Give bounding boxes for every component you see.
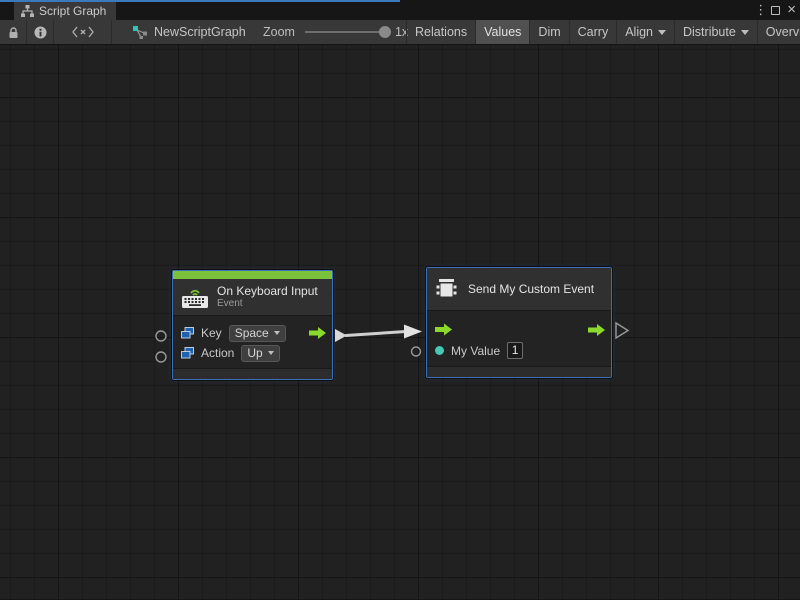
node-send-my-custom-event[interactable]: Send My Custom Event My Value 1 [426, 267, 612, 378]
event-accent-bar [173, 271, 332, 279]
node-body: My Value 1 [427, 310, 611, 366]
lock-button[interactable] [0, 20, 27, 44]
port-label: Key [201, 326, 222, 340]
node-footer [427, 366, 611, 377]
port-row-action: Action Up [173, 343, 332, 363]
wire-arrowhead [404, 325, 422, 339]
inspect-button[interactable] [27, 20, 54, 44]
port-row-my-value: My Value 1 [427, 340, 611, 361]
toolbar-buttons: Relations Values Dim Carry Align Distrib… [406, 20, 800, 44]
chevron-down-icon [274, 331, 280, 335]
maximize-icon[interactable] [771, 6, 780, 15]
port-row-flow [427, 319, 611, 340]
control-output-port[interactable] [588, 323, 605, 336]
script-graph-window: Script Graph ⋮ × [0, 0, 800, 600]
node-header: Send My Custom Event [427, 268, 611, 310]
graph-input-icon [181, 327, 194, 339]
relations-button[interactable]: Relations [407, 20, 476, 44]
chevron-down-icon [658, 30, 666, 35]
my-value-external-port[interactable] [412, 347, 421, 356]
port-label: My Value [451, 344, 500, 358]
values-button[interactable]: Values [476, 20, 530, 44]
custom-event-icon [436, 278, 459, 300]
graph-hierarchy-icon [21, 5, 34, 18]
node-header: On Keyboard Input Event [173, 279, 332, 315]
graph-name: NewScriptGraph [154, 25, 246, 39]
node-on-keyboard-input[interactable]: On Keyboard Input Event Key Space [172, 270, 333, 380]
tab-script-graph[interactable]: Script Graph [14, 2, 116, 20]
control-flow-wire[interactable] [346, 332, 406, 336]
code-view-button[interactable] [54, 20, 112, 44]
node-title: On Keyboard Input [217, 284, 318, 298]
zoom-slider-track[interactable] [305, 31, 389, 33]
keyboard-event-icon [182, 287, 208, 308]
node-body: Key Space Action Up [173, 315, 332, 368]
menu-icon[interactable]: ⋮ [754, 2, 764, 18]
carry-button[interactable]: Carry [570, 20, 618, 44]
value-port-dot[interactable] [435, 346, 444, 355]
zoom-slider-handle[interactable] [379, 26, 391, 38]
graph-canvas[interactable]: On Keyboard Input Event Key Space [0, 45, 800, 599]
script-graph-asset-icon [133, 26, 148, 39]
graph-input-icon [181, 347, 194, 359]
angle-brackets-x-icon [72, 26, 94, 38]
chevron-down-icon [741, 30, 749, 35]
close-icon[interactable]: × [787, 5, 796, 15]
control-output-port[interactable] [309, 327, 326, 340]
node-subtitle: Event [217, 298, 318, 310]
key-external-port[interactable] [156, 331, 166, 341]
my-value-input[interactable]: 1 [507, 342, 523, 359]
zoom-control: Zoom 1x [263, 20, 408, 44]
toolbar-left-group [0, 20, 112, 44]
tab-bar: Script Graph ⋮ × [0, 0, 800, 20]
connections-overlay [0, 45, 800, 599]
tab-title: Script Graph [39, 4, 106, 18]
action-dropdown[interactable]: Up [241, 345, 279, 362]
port-row-key: Key Space [173, 323, 332, 343]
control-input-port[interactable] [435, 323, 452, 336]
node-title: Send My Custom Event [468, 282, 594, 296]
dim-button[interactable]: Dim [530, 20, 569, 44]
node-title-block: On Keyboard Input Event [217, 284, 318, 310]
action-external-port[interactable] [156, 352, 166, 362]
graph-breadcrumb[interactable]: NewScriptGraph [133, 20, 246, 44]
window-controls: ⋮ × [754, 0, 796, 20]
node-footer [173, 368, 332, 379]
key-dropdown[interactable]: Space [229, 325, 286, 342]
chevron-down-icon [268, 351, 274, 355]
output-external-port[interactable] [616, 323, 628, 338]
overview-button[interactable]: Overview [758, 20, 800, 44]
port-label: Action [201, 346, 234, 360]
lock-icon [8, 26, 19, 39]
graph-toolbar: NewScriptGraph Zoom 1x Relations Values … [0, 20, 800, 45]
info-icon [34, 26, 47, 39]
zoom-label: Zoom [263, 25, 295, 39]
align-dropdown-button[interactable]: Align [617, 20, 675, 44]
distribute-dropdown-button[interactable]: Distribute [675, 20, 758, 44]
